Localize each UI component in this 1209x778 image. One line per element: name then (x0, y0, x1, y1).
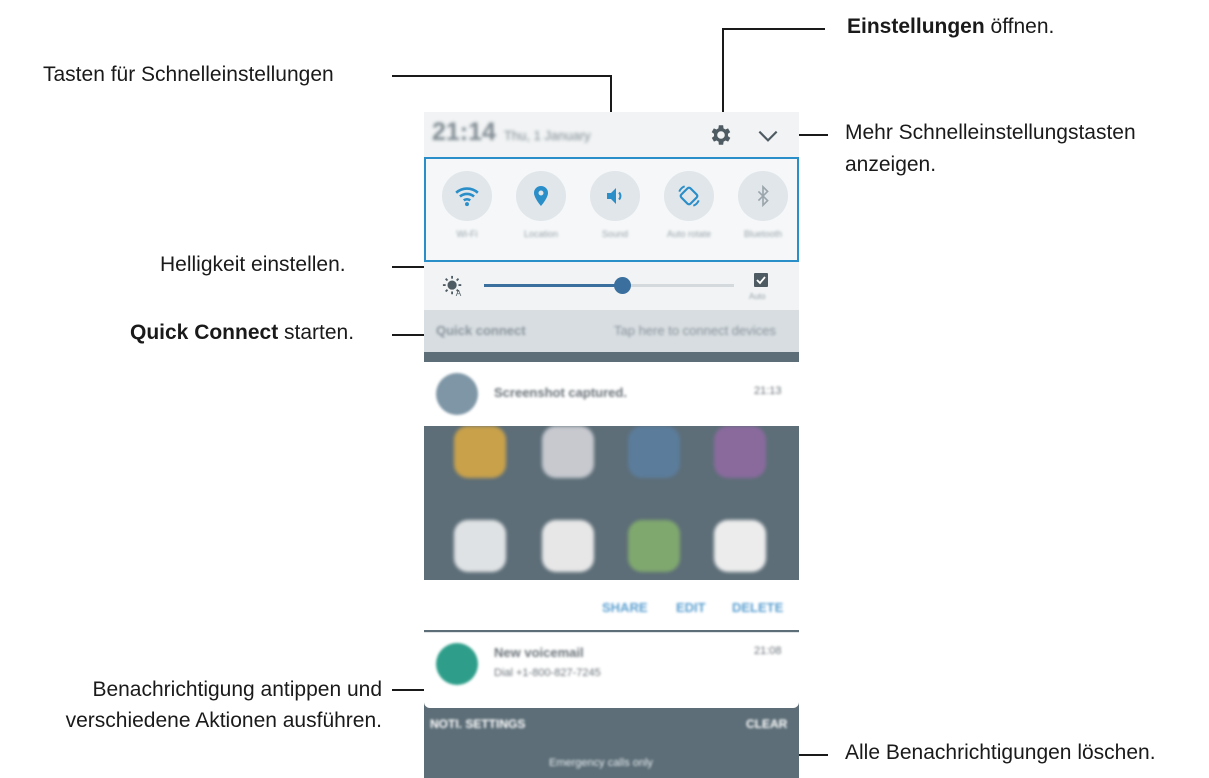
qs-wifi-button[interactable] (442, 171, 492, 221)
gear-icon[interactable] (708, 122, 734, 148)
voicemail-time: 21:08 (754, 645, 782, 657)
notification-screenshot[interactable]: Screenshot captured. 21:13 (424, 362, 799, 426)
qs-label-wifi: Wi-Fi (456, 229, 478, 239)
brightness-slider-knob[interactable] (613, 277, 631, 294)
qs-label-bluetooth: Bluetooth (743, 229, 783, 239)
qs-label-sound: Sound (601, 229, 629, 239)
callout-settings: Einstellungen öffnen. (847, 15, 1055, 38)
quick-connect-hint: Tap here to connect devices (614, 323, 776, 338)
brightness-slider-fill (484, 284, 622, 287)
quick-settings-bar: Wi-Fi Location Sound Auto rotate Bluetoo… (424, 157, 799, 262)
qs-auto-rotate-button[interactable] (664, 171, 714, 221)
sound-icon (607, 188, 622, 204)
app-music (628, 426, 680, 478)
app-gallery (454, 426, 506, 478)
panel-bottom-edge (424, 694, 799, 708)
auto-brightness-toggle[interactable]: Auto (746, 268, 776, 308)
app-email (542, 520, 594, 572)
callout-line-settings (722, 28, 825, 30)
callout-clear-all: Alle Benachrichtigungen löschen. (845, 741, 1156, 764)
emergency-text: Emergency calls only (549, 757, 653, 769)
edit-action[interactable]: EDIT (676, 600, 706, 615)
qs-sound-button[interactable] (590, 171, 640, 221)
notification-actions: SHARE EDIT DELETE (424, 580, 799, 630)
app-voice-recorder (714, 520, 766, 572)
callout-notif-2: verschiedene Aktionen ausführen. (65, 709, 382, 732)
status-time-date: 21:14 Thu, 1 January (432, 118, 591, 146)
svg-text:A: A (456, 289, 462, 297)
bluetooth-icon (757, 185, 769, 207)
wifi-icon (455, 187, 479, 207)
qs-location-button[interactable] (516, 171, 566, 221)
callout-quick-buttons: Tasten für Schnelleinstellungen (43, 63, 334, 86)
quick-connect-bar[interactable]: Quick connect Tap here to connect device… (424, 310, 799, 352)
chevron-down-icon[interactable] (755, 123, 781, 149)
location-icon (534, 186, 548, 206)
clear-button[interactable]: CLEAR (746, 717, 787, 731)
callout-line-settings-v (722, 28, 724, 120)
qs-label-auto-rotate: Auto rotate (666, 229, 712, 239)
callout-quick-connect: Quick Connect starten. (130, 321, 355, 344)
noti-settings-button[interactable]: NOTI. SETTINGS (430, 717, 525, 731)
voicemail-sub: Dial +1-800-827-7245 (494, 667, 601, 679)
qs-label-location: Location (523, 229, 559, 239)
app-video (714, 426, 766, 478)
callout-notif-1: Benachrichtigung antippen und (92, 678, 382, 701)
notification-voicemail[interactable]: New voicemail Dial +1-800-827-7245 21:08 (424, 632, 799, 695)
brightness-slider[interactable] (484, 277, 734, 294)
share-action[interactable]: SHARE (602, 600, 648, 615)
screenshot-time: 21:13 (754, 385, 782, 397)
delete-action[interactable]: DELETE (732, 600, 783, 615)
voicemail-title: New voicemail (494, 645, 584, 660)
checkbox-checked-icon (754, 273, 768, 287)
qs-bluetooth-button[interactable] (738, 171, 788, 221)
phone-screen: 21:14 Thu, 1 January Wi-Fi Location Soun… (424, 112, 799, 778)
app-camera (542, 426, 594, 478)
callout-more-2: anzeigen. (845, 153, 937, 176)
app-calculator (628, 520, 680, 572)
auto-rotate-icon (678, 185, 700, 207)
app-radio (454, 520, 506, 572)
callout-more-1: Mehr Schnelleinstellungstasten (845, 121, 1136, 144)
callout-line-quick (392, 75, 612, 77)
quick-connect-label: Quick connect (436, 323, 526, 338)
callout-brightness: Helligkeit einstellen. (160, 253, 346, 276)
screenshot-title: Screenshot captured. (494, 385, 627, 400)
voicemail-icon (436, 643, 478, 685)
screenshot-notification-icon (436, 373, 478, 415)
auto-label: Auto (749, 292, 766, 301)
brightness-icon: A (442, 275, 462, 297)
brightness-row: A Auto (424, 262, 799, 310)
